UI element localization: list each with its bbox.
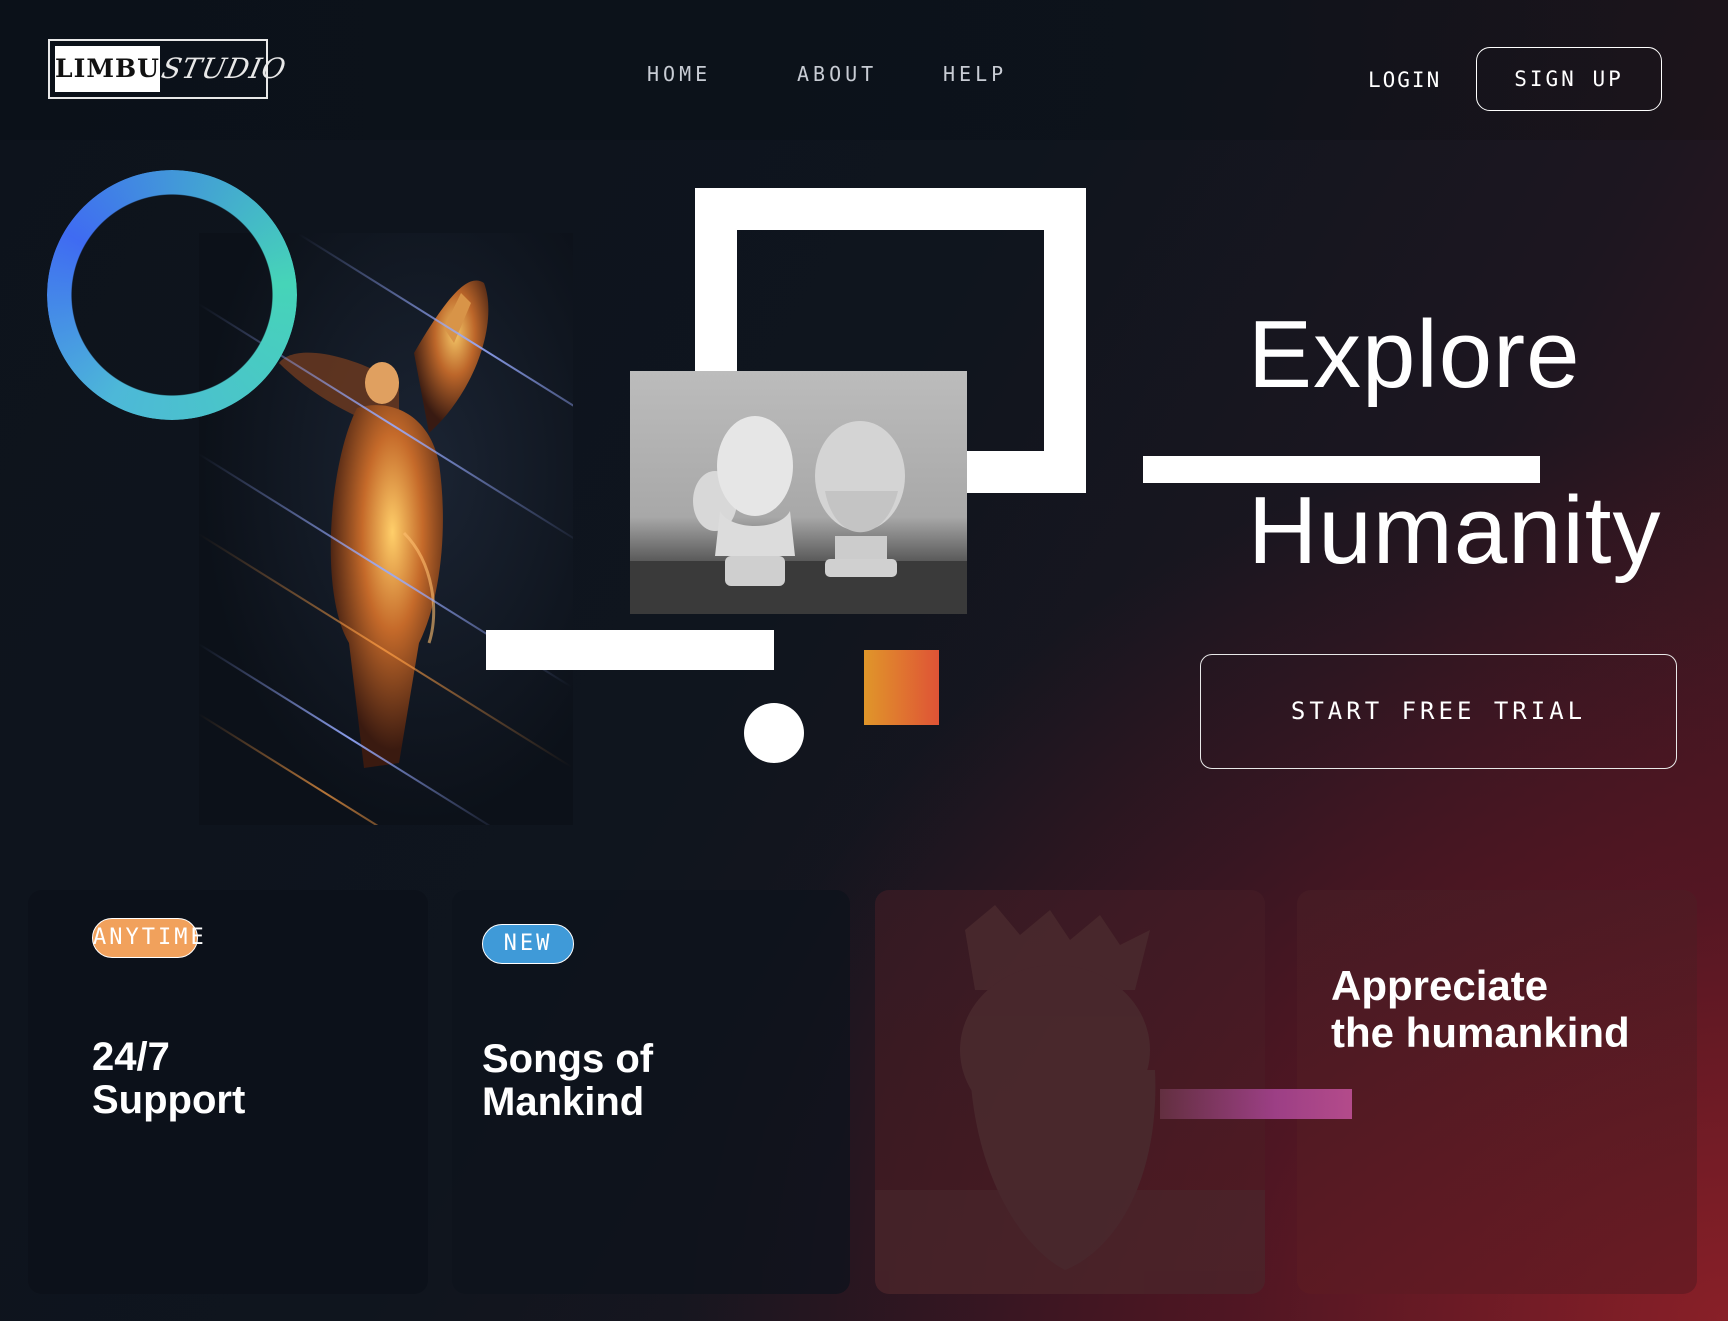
card-title: Appreciate the humankind	[1331, 962, 1630, 1056]
login-link[interactable]: LOGIN	[1368, 68, 1441, 92]
white-dot-decoration	[744, 703, 804, 763]
logo-script: STUDIO	[158, 52, 290, 85]
card-title: Songs of Mankind	[482, 1037, 654, 1124]
start-free-trial-button[interactable]: START FREE TRIAL	[1200, 654, 1677, 769]
card-appreciate[interactable]: Appreciate the humankind	[1297, 890, 1697, 1294]
badge-new: NEW	[482, 924, 574, 964]
hero-title-line1: Explore	[1248, 301, 1581, 408]
orange-square-decoration	[864, 650, 939, 725]
card-songs[interactable]: NEW Songs of Mankind	[452, 890, 850, 1294]
nav-home[interactable]: HOME	[647, 62, 711, 86]
nav-help[interactable]: HELP	[943, 62, 1007, 86]
nav-about[interactable]: ABOUT	[797, 62, 877, 86]
gradient-ring-decoration	[47, 170, 297, 420]
limbu-studio-logo[interactable]: LIMBU STUDIO	[48, 39, 290, 99]
hero-title-line2: Humanity	[1248, 477, 1662, 584]
white-bar-decoration	[486, 630, 774, 670]
signup-button[interactable]: SIGN UP	[1476, 47, 1662, 111]
pink-gradient-bar-decoration	[1160, 1089, 1352, 1119]
card-title: 24/7 Support	[92, 1035, 246, 1122]
card-support[interactable]: ANYTIME 24/7 Support	[28, 890, 428, 1294]
top-header: LIMBU STUDIO HOME ABOUT HELP LOGIN SIGN …	[0, 0, 1728, 140]
logo-wordmark: LIMBU	[55, 46, 160, 92]
badge-anytime: ANYTIME	[92, 918, 204, 958]
greek-busts-image	[630, 371, 967, 614]
